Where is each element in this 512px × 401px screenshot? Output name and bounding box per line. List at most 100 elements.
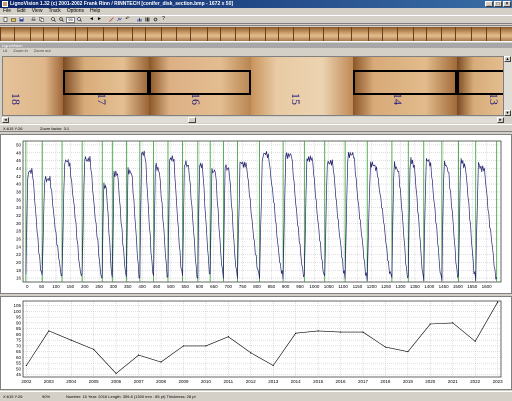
data-point — [137, 354, 140, 356]
print-icon[interactable] — [30, 16, 37, 23]
menu-edit[interactable]: Edit — [17, 8, 26, 15]
scroll-right-icon[interactable]: ► — [497, 117, 504, 123]
data-point — [452, 322, 454, 324]
image-vertical-scrollbar[interactable]: ▲ ▼ — [504, 56, 512, 116]
zoom-out-button[interactable]: Zoom out — [34, 48, 51, 54]
image-horizontal-scrollbar[interactable]: ◄ ► — [2, 117, 504, 123]
y-tick-label: 30 — [16, 221, 22, 226]
y-tick-label: 36 — [16, 197, 22, 202]
x-tick-label: 2007 — [134, 379, 145, 384]
menu-file[interactable]: File — [3, 8, 11, 15]
window-title: LignoVision 1.32 (c) 2001-2002 Frank Rin… — [10, 1, 234, 7]
wood-image-view[interactable]: 18 17 16 15 14 13 — [2, 56, 504, 116]
measure-icon[interactable] — [108, 16, 115, 23]
ring-width-panel: 105 100 95 90 85 80 75 70 65 60 55 50 45 2002 2003 2004… — [0, 296, 512, 390]
x-tick-label: 1250 — [381, 284, 392, 289]
x-tick-label: 100 — [52, 284, 60, 289]
maximize-button[interactable]: □ — [494, 1, 502, 7]
scroll-left-icon[interactable]: ◄ — [2, 117, 9, 123]
ring-number: 15 — [289, 93, 303, 105]
menu-options[interactable]: Options — [67, 8, 84, 15]
y-tick-label: 90 — [16, 320, 22, 325]
ring-segment: 18 — [3, 57, 63, 115]
overview-tile — [323, 27, 338, 41]
close-button[interactable]: × — [503, 1, 511, 7]
y-tick-label: 55 — [16, 361, 22, 366]
track-icon[interactable] — [116, 16, 123, 23]
y-tick-label: 42 — [16, 174, 22, 179]
overview-tile — [278, 27, 293, 41]
scroll-thumb[interactable] — [188, 117, 196, 123]
x-tick-label: 950 — [296, 284, 304, 289]
data-point — [272, 364, 274, 367]
data-point — [48, 330, 50, 332]
overview-tile — [161, 27, 176, 41]
overview-tile — [117, 27, 132, 41]
save-icon[interactable] — [18, 16, 25, 23]
zoom-in-icon[interactable] — [50, 16, 57, 23]
bars-icon[interactable] — [144, 16, 151, 23]
open-folder-icon[interactable] — [10, 16, 17, 23]
overview-tile — [103, 27, 117, 41]
x-tick-label: 1500 — [453, 284, 464, 289]
x-tick-label: 2017 — [358, 379, 369, 384]
chart-icon[interactable] — [136, 16, 143, 23]
zoom-in-button[interactable]: Zoom in — [13, 48, 27, 54]
x-tick-label: 2019 — [403, 379, 414, 384]
x-tick-label: 1300 — [396, 284, 407, 289]
menu-help[interactable]: Help — [90, 8, 100, 15]
x-tick-label: 2006 — [111, 379, 122, 384]
arrow-right-icon[interactable]: ► — [96, 16, 103, 23]
x-tick-label: 900 — [282, 284, 290, 289]
menu-track[interactable]: Track — [48, 8, 60, 15]
scroll-up-icon[interactable]: ▲ — [504, 56, 511, 62]
title-bar: LignoVision 1.32 (c) 2001-2002 Frank Rin… — [0, 0, 512, 8]
data-point — [384, 346, 387, 348]
overview-tile — [207, 27, 220, 41]
zoom-out-icon[interactable] — [58, 16, 65, 23]
x-tick-label: 150 — [67, 284, 75, 289]
settings-icon[interactable] — [152, 16, 159, 23]
undo-icon[interactable]: ↶ — [124, 16, 131, 23]
overview-tile — [0, 27, 14, 41]
overview-tile — [58, 27, 75, 41]
overview-tile — [397, 27, 413, 41]
x-tick-label: 2011 — [223, 379, 233, 384]
y-tick-label: 45 — [16, 372, 22, 377]
menu-view[interactable]: View — [32, 8, 43, 15]
lit-button[interactable]: Lit — [3, 48, 7, 54]
data-point — [205, 345, 207, 347]
minimize-button[interactable]: _ — [485, 1, 493, 7]
x-tick-label: 650 — [210, 284, 218, 289]
arrow-left-icon[interactable]: ◄ — [88, 16, 95, 23]
copy-icon[interactable] — [38, 16, 45, 23]
image-window-toolbar: Lit Zoom in Zoom out — [0, 48, 512, 54]
help-icon[interactable]: ? — [160, 16, 167, 23]
data-point — [25, 364, 27, 367]
overview-tile — [14, 27, 30, 41]
x-tick-label: 1000 — [309, 284, 320, 289]
y-tick-label: 28 — [16, 229, 22, 234]
new-file-icon[interactable] — [2, 16, 9, 23]
ring-number: 13 — [487, 93, 501, 105]
overview-tile — [265, 27, 278, 41]
scroll-down-icon[interactable]: ▼ — [504, 110, 511, 116]
ring-box — [353, 70, 457, 95]
x-tick-label: 2020 — [425, 379, 436, 384]
toolbar: 95 ◄ ► ↶ ? — [0, 15, 512, 24]
y-tick-label: 16 — [16, 276, 22, 281]
overview-strip[interactable] — [0, 25, 512, 42]
y-tick-label: 18 — [16, 268, 22, 273]
ring-number: 17 — [95, 93, 109, 105]
x-tick-label: 1200 — [367, 284, 378, 289]
x-tick-label: 2009 — [178, 379, 189, 384]
zoom-fit-icon[interactable] — [76, 16, 83, 23]
y-tick-label: 38 — [16, 189, 22, 194]
x-tick-label: 550 — [181, 284, 189, 289]
zoom-value-field[interactable]: 95 — [66, 16, 75, 23]
x-tick-label: 2013 — [268, 379, 279, 384]
y-tick-label: 44 — [16, 166, 22, 171]
x-tick-label: 2010 — [201, 379, 212, 384]
data-point — [497, 301, 499, 303]
overview-tile — [235, 27, 249, 41]
